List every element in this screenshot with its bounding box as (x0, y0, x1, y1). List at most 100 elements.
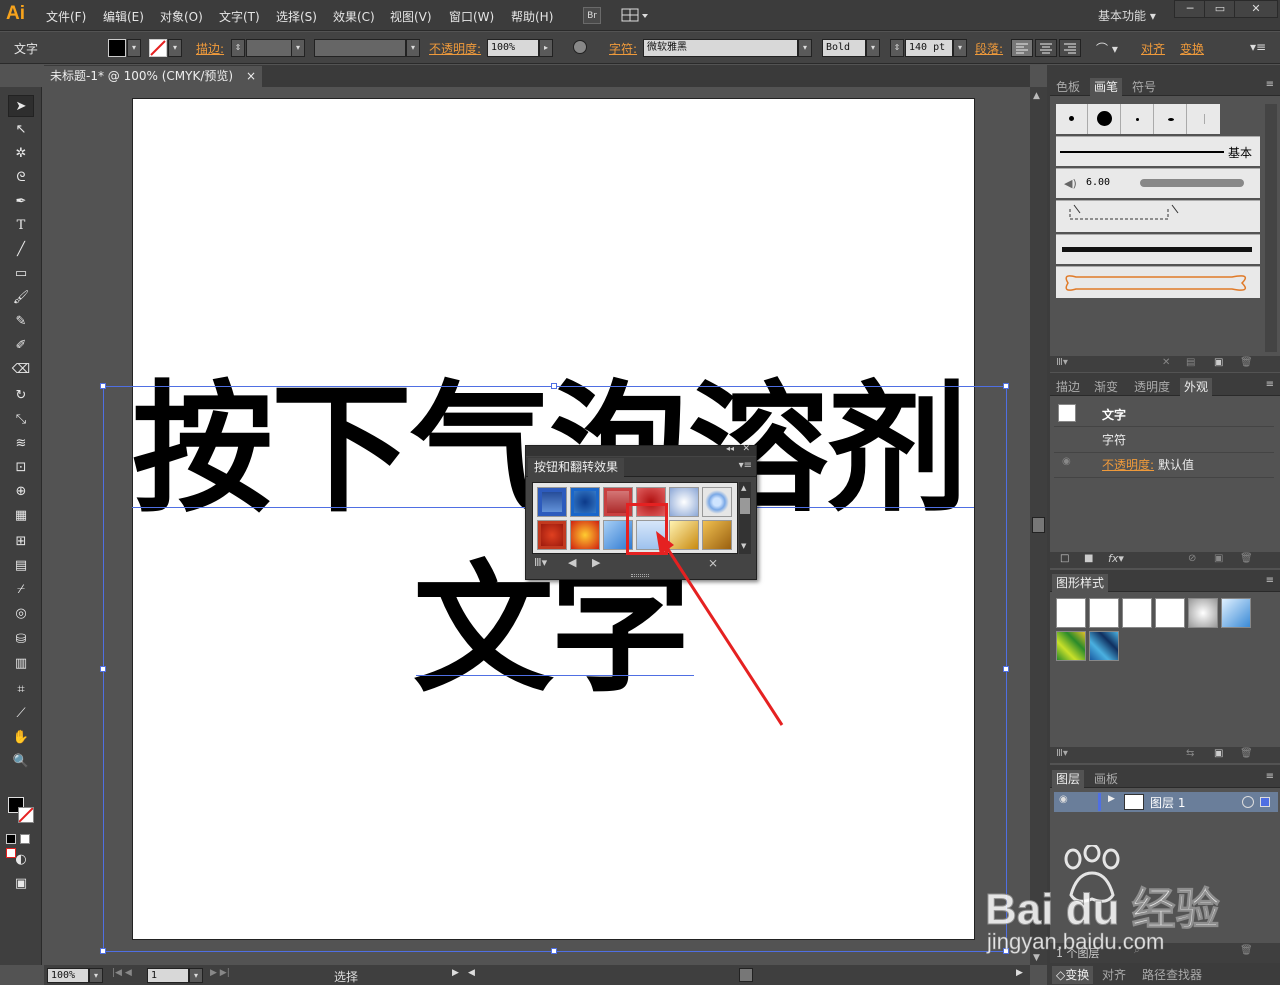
delete-brush-icon[interactable]: 🗑 (1240, 357, 1253, 368)
tab-symbols[interactable]: 符号 (1128, 78, 1160, 96)
tab-graphic-styles[interactable]: 图形样式 (1052, 574, 1109, 592)
menu-view[interactable]: 视图(V) (390, 8, 432, 25)
options-icon[interactable]: ▤ (1186, 357, 1195, 368)
transform-link[interactable]: 变换 (1180, 40, 1204, 57)
align-link[interactable]: 对齐 (1141, 40, 1165, 57)
tab-swatches[interactable]: 色板 (1052, 78, 1084, 96)
magic-wand-tool-icon[interactable]: ✲ (8, 143, 34, 165)
layer-visibility-eye-icon[interactable]: ◉ (1059, 794, 1068, 805)
font-size-stepper[interactable]: ⇕ (890, 39, 904, 57)
recolor-icon[interactable] (573, 40, 587, 54)
graphic-style-default[interactable] (1056, 598, 1086, 628)
handle-middle-left[interactable] (100, 666, 106, 672)
panel-grip[interactable]: ◂◂ ✕ (526, 444, 756, 456)
layer-target-icon[interactable] (1242, 796, 1254, 808)
stroke-weight-stepper[interactable]: ⇕ (231, 39, 245, 57)
column-graph-tool-icon[interactable]: ▥ (8, 653, 34, 675)
layer-target-area[interactable] (1238, 792, 1278, 812)
brush-calligraphic[interactable]: ◀) 6.00 (1056, 168, 1260, 198)
warp-tool-icon[interactable]: ≋ (8, 433, 34, 455)
draw-mode-icon[interactable]: ◐ (8, 849, 34, 871)
menu-help[interactable]: 帮助(H) (511, 8, 553, 25)
tab-stroke[interactable]: 描边 (1052, 378, 1084, 396)
scroll-up-icon[interactable]: ▲ (1033, 91, 1040, 101)
menu-effect[interactable]: 效果(C) (333, 8, 375, 25)
handle-top-left[interactable] (100, 383, 106, 389)
tab-transform[interactable]: ◇变换 (1052, 966, 1094, 984)
remove-stroke-icon[interactable]: ✕ (1162, 357, 1170, 368)
font-family-dropdown[interactable]: ▾ (798, 39, 812, 57)
graphic-style-2[interactable] (1089, 598, 1119, 628)
style-swatch-2[interactable] (570, 487, 600, 517)
paintbrush-tool-icon[interactable]: 🖌 (8, 287, 34, 309)
style-swatch-5[interactable] (669, 487, 699, 517)
previous-library-icon[interactable]: ◀ (568, 556, 576, 569)
appearance-opacity-label[interactable]: 不透明度: (1102, 456, 1154, 473)
gradient-tool-icon[interactable]: ▤ (8, 555, 34, 577)
brush-tip-4[interactable] (1155, 104, 1187, 134)
resize-grip[interactable] (631, 574, 649, 577)
brush-tip-5[interactable] (1188, 104, 1220, 134)
vertical-scrollbar[interactable]: ▲ ▼ (1030, 87, 1047, 965)
minimize-button[interactable]: ─ (1174, 0, 1206, 18)
tab-appearance[interactable]: 外观 (1180, 378, 1213, 396)
pen-tool-icon[interactable]: ✒ (8, 191, 34, 213)
stroke-label[interactable]: 描边: (196, 40, 224, 57)
artboard-number-field[interactable]: 1 (147, 968, 189, 983)
menu-select[interactable]: 选择(S) (276, 8, 317, 25)
delete-layer-icon[interactable]: 🗑 (1240, 945, 1253, 956)
style-swatch-7[interactable] (537, 520, 567, 550)
free-transform-tool-icon[interactable]: ⊡ (8, 457, 34, 479)
scale-tool-icon[interactable]: ⤡ (8, 409, 34, 431)
fill-color-swatch[interactable] (108, 39, 126, 57)
hand-tool-icon[interactable]: ✋ (8, 727, 34, 749)
stroke-dropdown[interactable]: ▾ (168, 39, 182, 57)
type-tool-icon[interactable]: T (8, 215, 34, 237)
panel-menu-icon[interactable]: ≡ (1266, 379, 1274, 390)
clear-appearance-icon[interactable]: ⊘ (1188, 553, 1196, 564)
new-brush-icon[interactable]: ▣ (1214, 357, 1223, 368)
mesh-tool-icon[interactable]: ⊞ (8, 531, 34, 553)
profile-dropdown[interactable]: ▾ (406, 39, 420, 57)
stroke-weight-field[interactable] (246, 39, 292, 57)
restore-button[interactable]: ▭ (1204, 0, 1236, 18)
delete-style-icon[interactable]: 🗑 (1240, 748, 1253, 759)
fill-dropdown[interactable]: ▾ (127, 39, 141, 57)
styles-library-icon[interactable]: Ⅲ▾ (1056, 748, 1068, 759)
bridge-button[interactable]: Br (583, 7, 601, 24)
panel-menu-icon[interactable]: ≡ (1266, 575, 1274, 586)
menu-window[interactable]: 窗口(W) (449, 8, 494, 25)
line-tool-icon[interactable]: ╱ (8, 239, 34, 261)
direct-selection-tool-icon[interactable]: ↖ (8, 119, 34, 141)
arrange-documents-button[interactable] (621, 7, 649, 24)
pencil-tool-icon[interactable]: ✎ (8, 311, 34, 333)
layer-row[interactable]: ◉ ▶ 图层 1 (1054, 792, 1238, 812)
menu-object[interactable]: 对象(O) (160, 8, 203, 25)
zoom-tool-icon[interactable]: 🔍 (8, 751, 34, 773)
first-artboard-icon[interactable]: |◀ ◀ (112, 968, 132, 978)
align-right-button[interactable] (1059, 39, 1081, 57)
selection-tool-icon[interactable]: ➤ (8, 95, 34, 117)
style-swatch-8[interactable] (570, 520, 600, 550)
rectangle-tool-icon[interactable]: ▭ (8, 263, 34, 285)
brush-library-icon[interactable]: Ⅲ▾ (1056, 357, 1068, 368)
font-style-field[interactable]: Bold (822, 39, 866, 57)
tab-pathfinder[interactable]: 路径查找器 (1138, 966, 1206, 984)
tab-gradient[interactable]: 渐变 (1090, 378, 1122, 396)
brushes-scrollbar[interactable] (1265, 104, 1277, 352)
brush-tip-1[interactable] (1056, 104, 1088, 134)
brush-basic[interactable]: 基本 (1056, 136, 1260, 166)
scroll-right-icon[interactable]: ▶ (1016, 968, 1023, 978)
fx-icon[interactable]: fx▾ (1108, 552, 1124, 565)
graphic-style-3[interactable] (1122, 598, 1152, 628)
layer-name[interactable]: 图层 1 (1150, 794, 1185, 811)
expand-layer-icon[interactable]: ▶ (1108, 794, 1115, 804)
font-size-field[interactable]: 140 pt (905, 39, 953, 57)
color-mode-buttons[interactable] (6, 833, 36, 858)
brush-tip-2[interactable] (1089, 104, 1121, 134)
break-link-icon[interactable]: ⇆ (1186, 748, 1194, 759)
stroke-color-swatch[interactable] (149, 39, 167, 57)
symbol-sprayer-tool-icon[interactable]: ⛁ (8, 629, 34, 651)
close-window-button[interactable]: ✕ (1234, 0, 1278, 18)
next-library-icon[interactable]: ▶ (592, 556, 600, 569)
